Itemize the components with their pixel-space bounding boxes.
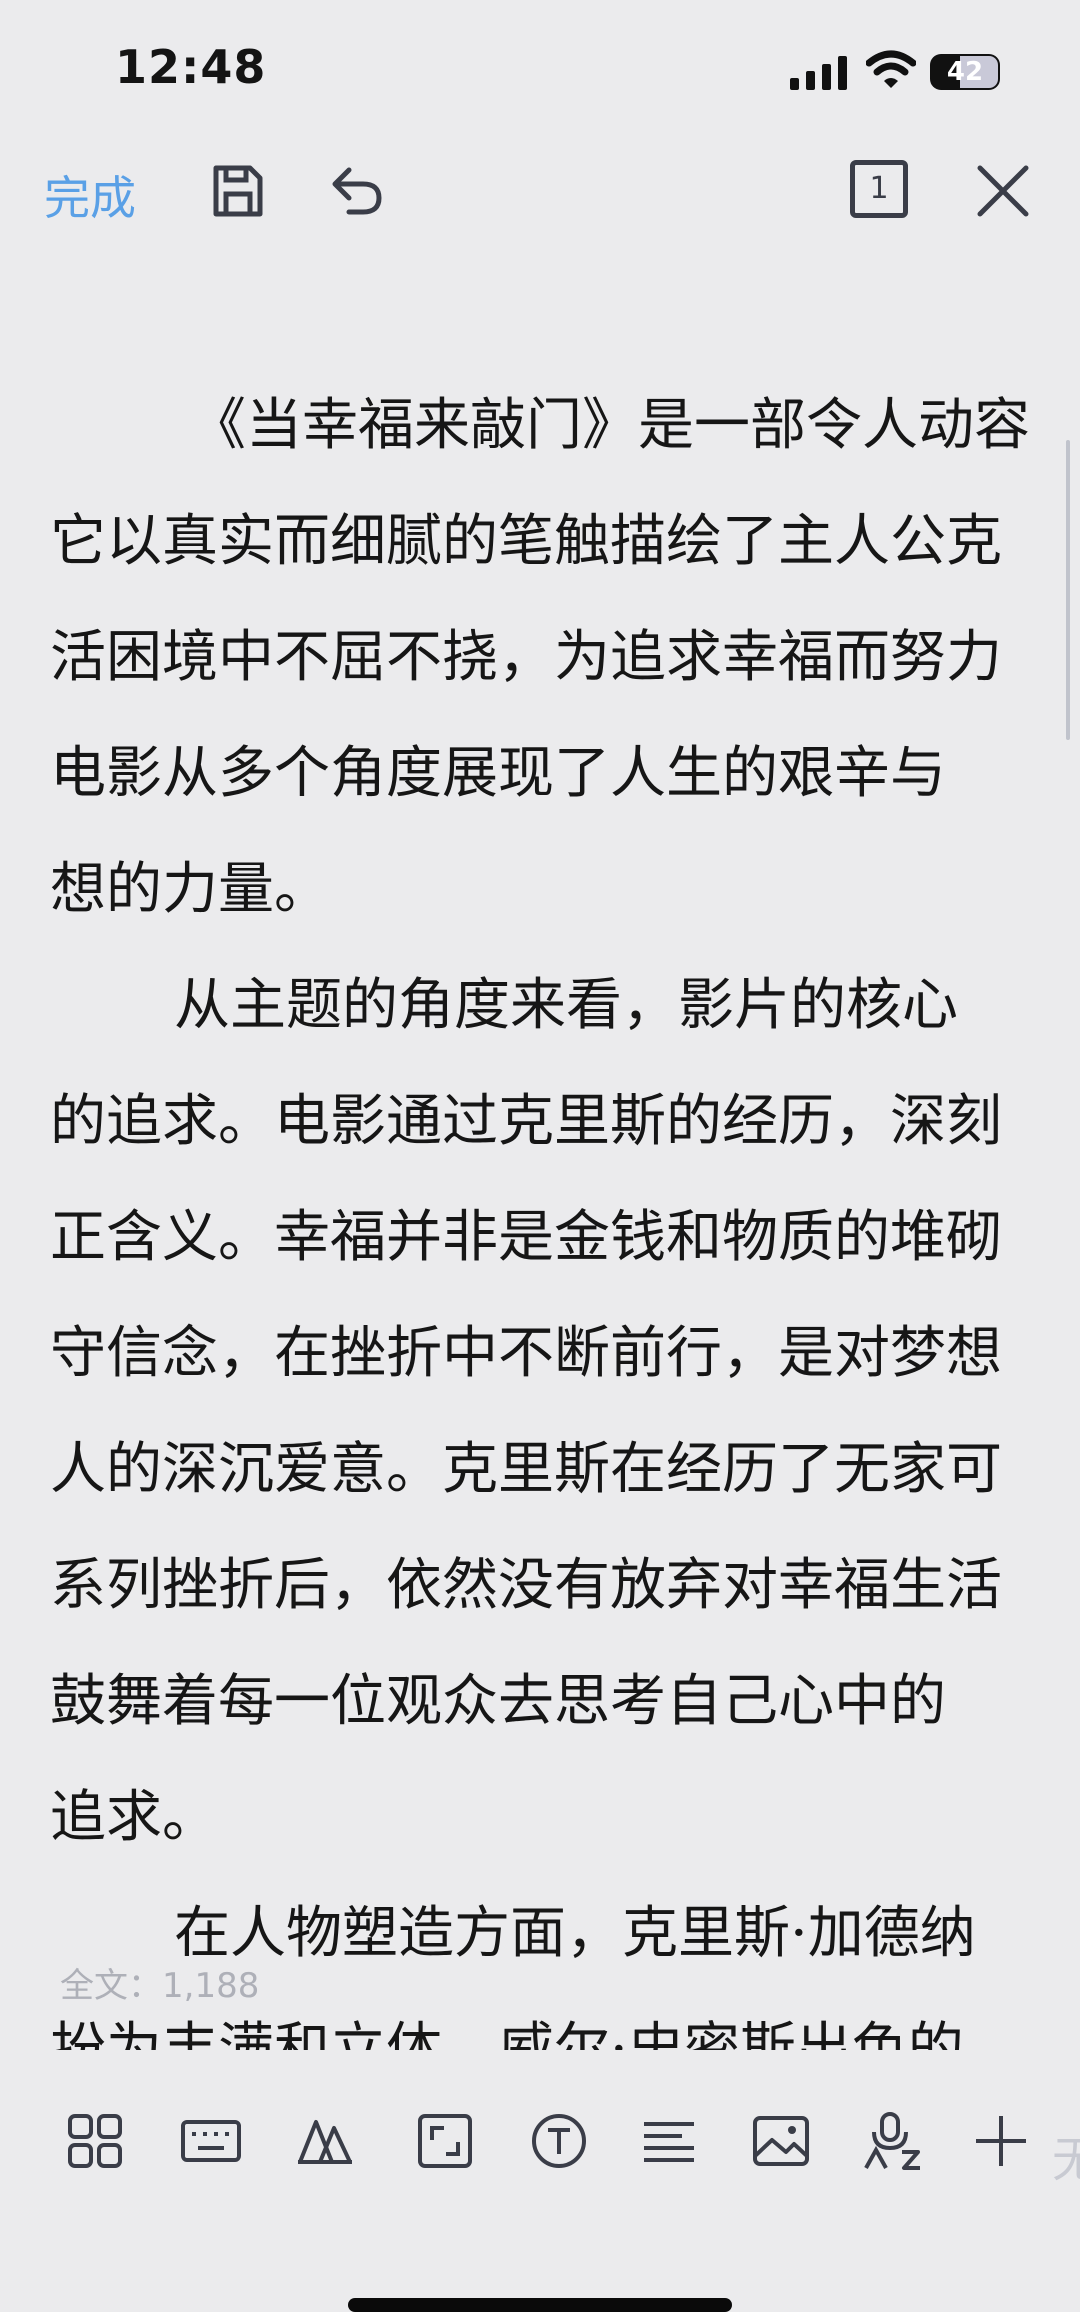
- status-bar: 12:48 42: [0, 0, 1080, 140]
- paragraph-line: 扮为丰满和立体，威尔·史密斯出色的: [50, 2017, 964, 2050]
- paragraph-line: 《当幸福来敲门》是一部令人动容: [190, 393, 1030, 458]
- home-indicator: [348, 2298, 732, 2312]
- battery-percent: 42: [946, 57, 984, 87]
- paragraph-line: 人的深沉爱意。克里斯在经历了无家可: [50, 1437, 1002, 1502]
- image-icon[interactable]: [750, 2110, 812, 2172]
- status-time: 12:48: [115, 40, 267, 94]
- text-style-icon[interactable]: [294, 2110, 356, 2172]
- document-body[interactable]: 《当幸福来敲门》是一部令人动容 它以真实而细腻的笔触描绘了主人公克 活困境中不屈…: [0, 360, 1080, 2050]
- format-toolbar: 无: [0, 2080, 1080, 2200]
- add-icon[interactable]: [970, 2110, 1032, 2172]
- text-circle-icon[interactable]: [528, 2110, 590, 2172]
- paragraph-line: 想的力量。: [50, 857, 330, 922]
- page-count: 1: [869, 171, 889, 206]
- voice-to-text-icon[interactable]: [862, 2110, 924, 2172]
- cellular-signal-icon: [790, 56, 847, 90]
- paragraph-line: 活困境中不屈不挠，为追求幸福而努力: [50, 625, 1002, 690]
- paragraph-line: 它以真实而细腻的笔触描绘了主人公克: [50, 509, 1002, 574]
- apps-grid-icon[interactable]: [64, 2110, 126, 2172]
- scrollbar[interactable]: [1066, 440, 1070, 740]
- keyboard-icon[interactable]: [180, 2110, 242, 2172]
- wifi-icon: [866, 50, 916, 88]
- save-icon[interactable]: [206, 160, 268, 222]
- done-button[interactable]: 完成: [44, 162, 136, 228]
- paragraph-line: 鼓舞着每一位观众去思考自己心中的: [50, 1669, 946, 1734]
- paragraph-line: 追求。: [50, 1785, 218, 1850]
- undo-icon[interactable]: [327, 160, 389, 222]
- editor-toolbar: 完成 1: [0, 140, 1080, 250]
- paragraph-line: 系列挫折后，依然没有放弃对幸福生活: [50, 1553, 1002, 1618]
- page-count-button[interactable]: 1: [850, 160, 908, 218]
- paragraph-line: 在人物塑造方面，克里斯·加德纳: [174, 1901, 976, 1966]
- paragraph-line: 守信念，在挫折中不断前行，是对梦想: [50, 1321, 1002, 1386]
- word-count: 全文：1,188: [60, 1966, 260, 2006]
- paragraph-line: 正含义。幸福并非是金钱和物质的堆砌: [50, 1205, 1002, 1270]
- fullscreen-icon[interactable]: [414, 2110, 476, 2172]
- paragraph-line: 电影从多个角度展现了人生的艰辛与: [50, 741, 946, 806]
- battery-icon: 42: [930, 54, 1000, 90]
- paragraph-line: 的追求。电影通过克里斯的经历，深刻: [50, 1089, 1002, 1154]
- paragraph-line: 从主题的角度来看，影片的核心: [174, 973, 958, 1038]
- align-left-icon[interactable]: [638, 2110, 700, 2172]
- more-tool-label[interactable]: 无: [1052, 2120, 1080, 2190]
- close-icon[interactable]: [972, 160, 1034, 222]
